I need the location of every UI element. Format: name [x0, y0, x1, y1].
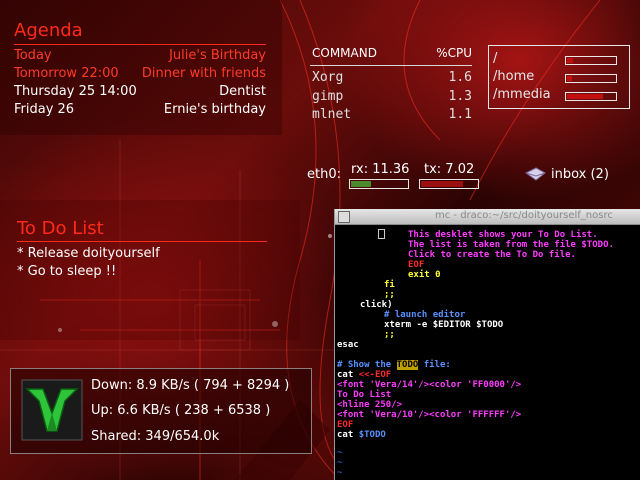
code-token: file:	[418, 360, 451, 370]
terminal-window[interactable]: mc - draco:~/src/doityourself_nosrc This…	[334, 209, 640, 480]
disk-usage-desklet: / /home /mmedia	[488, 45, 630, 109]
code-line: fi	[384, 280, 395, 290]
agenda-event: Julie's Birthday	[169, 48, 266, 63]
code-line: This desklet shows your To Do List.	[408, 230, 598, 240]
terminal-titlebar[interactable]: mc - draco:~/src/doityourself_nosrc	[335, 209, 640, 225]
command-column-header: COMMAND	[312, 46, 377, 60]
code-token: # Show the	[337, 360, 397, 370]
download-rate: Down: 8.9 KB/s ( 794 + 8294 )	[91, 378, 290, 393]
empty-line-marker: ~	[337, 448, 343, 458]
agenda-event: Dinner with friends	[141, 66, 266, 81]
tx-label: tx: 7.02	[424, 162, 475, 177]
mount-label: /	[493, 51, 498, 66]
code-line: click)	[360, 300, 393, 310]
code-line: To Do List	[337, 390, 392, 400]
code-line: # Show the TODO file:	[337, 360, 451, 370]
agenda-when: Friday 26	[14, 102, 75, 117]
disk-usage-bar	[565, 92, 617, 101]
code-line: The list is taken from the file $TODO.	[408, 240, 614, 250]
todo-title: To Do List	[17, 218, 104, 239]
process-name: mlnet	[312, 107, 352, 122]
disk-row: /	[493, 51, 625, 69]
rx-bar	[349, 179, 409, 189]
agenda-when: Today	[14, 48, 52, 63]
agenda-row: Today Julie's Birthday	[14, 48, 266, 66]
envelope-icon	[525, 167, 546, 181]
process-header-divider	[310, 65, 472, 66]
code-token: cat	[337, 430, 359, 440]
network-interface-label: eth0:	[307, 167, 341, 182]
disk-usage-bar	[565, 56, 617, 65]
mldonkey-logo-icon	[21, 379, 83, 441]
code-line: xterm -e $EDITOR $TODO	[384, 320, 504, 330]
code-line: ;;	[384, 290, 395, 300]
agenda-when: Tomorrow 22:00	[14, 66, 119, 81]
todo-item: * Release doityourself	[17, 246, 160, 261]
rx-label: rx: 11.36	[351, 162, 410, 177]
todo-desklet[interactable]: To Do List * Release doityourself * Go t…	[0, 200, 300, 340]
code-line: cat <<-EOF	[337, 370, 391, 380]
agenda-row: Thursday 25 14:00 Dentist	[14, 84, 266, 102]
window-menu-button[interactable]	[338, 211, 350, 223]
process-cpu: 1.3	[448, 89, 472, 104]
disk-row: /home	[493, 69, 625, 87]
code-line: EOF	[337, 420, 354, 430]
code-line: Click to create the To Do file.	[408, 250, 576, 260]
agenda-event: Ernie's birthday	[163, 102, 266, 117]
agenda-event: Dentist	[219, 84, 266, 99]
upload-rate: Up: 6.6 KB/s ( 238 + 6538 )	[91, 403, 271, 418]
process-name: Xorg	[312, 70, 344, 85]
empty-line-marker: ~	[337, 458, 343, 468]
shared-count: Shared: 349/654.0k	[91, 429, 220, 444]
code-line: cat $TODO	[337, 430, 386, 440]
disk-row: /mmedia	[493, 87, 625, 105]
terminal-title: mc - draco:~/src/doityourself_nosrc	[435, 210, 613, 221]
code-token: cat	[337, 370, 359, 380]
todo-divider	[17, 241, 267, 242]
code-line: <hline 250/>	[337, 400, 403, 410]
code-token: <<-EOF	[358, 370, 392, 380]
terminal-cursor	[378, 229, 385, 239]
agenda-row: Friday 26 Ernie's birthday	[14, 102, 266, 120]
agenda-divider	[14, 44, 266, 45]
cpu-column-header: %CPU	[436, 46, 472, 60]
agenda-desklet: Agenda Today Julie's Birthday Tomorrow 2…	[0, 0, 282, 135]
process-cpu: 1.6	[448, 70, 472, 85]
p2p-transfer-desklet: Down: 8.9 KB/s ( 794 + 8294 ) Up: 6.6 KB…	[10, 368, 312, 454]
code-line: exit 0	[408, 270, 441, 280]
mount-label: /home	[493, 69, 535, 84]
process-cpu: 1.1	[448, 107, 472, 122]
mail-label: inbox (2)	[551, 167, 609, 182]
code-line: # launch editor	[384, 310, 466, 320]
tx-bar	[419, 179, 479, 189]
agenda-when: Thursday 25 14:00	[14, 84, 137, 99]
disk-usage-bar	[565, 74, 617, 83]
empty-line-marker: ~	[337, 468, 343, 478]
agenda-title: Agenda	[14, 20, 83, 41]
agenda-row: Tomorrow 22:00 Dinner with friends	[14, 66, 266, 84]
code-line: <font 'Vera/10'/><color 'FFFFFF'/>	[337, 410, 522, 420]
code-line: ;;	[384, 330, 395, 340]
process-name: gimp	[312, 89, 344, 104]
code-token: $TODO	[358, 430, 386, 440]
code-line: esac	[337, 340, 359, 350]
todo-item: * Go to sleep !!	[17, 264, 117, 279]
mount-label: /mmedia	[493, 87, 551, 102]
code-line: <font 'Vera/14'/><color 'FF0000'/>	[337, 380, 522, 390]
code-line: EOF	[408, 260, 425, 270]
search-highlight: TODO	[396, 360, 419, 370]
